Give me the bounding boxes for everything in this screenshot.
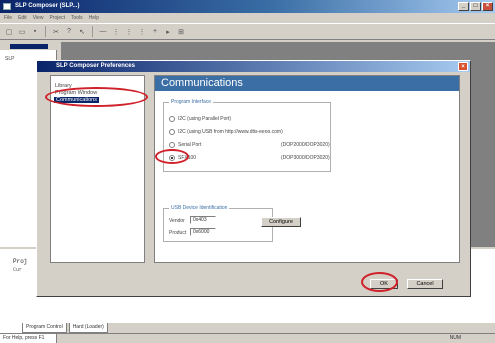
toolbar: ▢ ▭ ▪ ✂ ? ↖ — ⋮ ⋮ ⋮ + ▸ ⊞ bbox=[0, 23, 495, 40]
step-over-icon[interactable]: ⋮ bbox=[124, 27, 134, 37]
menu-project[interactable]: Project bbox=[49, 13, 65, 23]
maximize-button[interactable]: □ bbox=[470, 2, 481, 11]
step-icon[interactable]: ⋮ bbox=[111, 27, 121, 37]
group-legend: Program Interface bbox=[169, 99, 214, 105]
bottom-tabs: Program Control Hard (Loader) bbox=[0, 323, 495, 333]
menu-tools[interactable]: Tools bbox=[71, 13, 83, 23]
window-titlebar[interactable]: SLP Composer (SLP...) _ □ × bbox=[0, 0, 495, 13]
output-line: Proj bbox=[13, 258, 28, 265]
status-text: For Help, press F1 bbox=[3, 335, 45, 341]
option-serial-port[interactable]: Serial Port bbox=[169, 142, 201, 148]
product-field[interactable]: 0x6000 bbox=[190, 228, 216, 236]
usb-device-group: USB Device Identification Vendor 0x403 P… bbox=[163, 205, 273, 242]
menubar: File Edit View Project Tools Help bbox=[0, 13, 495, 23]
line-icon[interactable]: — bbox=[98, 27, 108, 37]
close-button[interactable]: × bbox=[482, 2, 493, 11]
highlight-callout bbox=[361, 272, 398, 292]
app-icon bbox=[3, 3, 11, 10]
radio-button[interactable] bbox=[169, 142, 175, 148]
option-label: I2C (using Parallel Port) bbox=[178, 116, 232, 122]
window-title: SLP Composer (SLP...) bbox=[15, 3, 80, 9]
option-label: I2C (using USB from http://www.dtis-eeoo… bbox=[178, 129, 283, 135]
highlight-callout bbox=[45, 87, 148, 107]
build-icon[interactable]: ⊞ bbox=[176, 27, 186, 37]
open-folder-icon[interactable]: ▭ bbox=[17, 27, 27, 37]
new-file-icon[interactable]: ▢ bbox=[4, 27, 14, 37]
section-header: Communications bbox=[155, 76, 459, 91]
step-out-icon[interactable]: ⋮ bbox=[137, 27, 147, 37]
vendor-field[interactable]: 0x403 bbox=[190, 216, 216, 224]
cancel-button[interactable]: Cancel bbox=[407, 279, 443, 289]
dialog-title: SLP Composer Preferences bbox=[56, 63, 135, 69]
option-model: (DOP3000/DOP3020) bbox=[281, 155, 330, 161]
menu-edit[interactable]: Edit bbox=[18, 13, 27, 23]
preferences-content: Communications Program Interface I2C (us… bbox=[154, 75, 460, 263]
add-icon[interactable]: + bbox=[150, 27, 160, 37]
option-model: (DOP2000/DOP3020) bbox=[281, 142, 330, 148]
highlight-callout bbox=[155, 149, 189, 164]
radio-button[interactable] bbox=[169, 129, 175, 135]
option-i2c-usb[interactable]: I2C (using USB from http://www.dtis-eeoo… bbox=[169, 129, 283, 135]
context-help-icon[interactable]: ↖ bbox=[77, 27, 87, 37]
cut-icon[interactable]: ✂ bbox=[51, 27, 61, 37]
project-tab[interactable] bbox=[10, 44, 48, 49]
tab-hard-loader[interactable]: Hard (Loader) bbox=[68, 323, 108, 333]
tab-program-control[interactable]: Program Control bbox=[22, 323, 67, 333]
dialog-titlebar[interactable]: SLP Composer Preferences × bbox=[37, 61, 470, 72]
toolbar-separator bbox=[92, 26, 93, 37]
toolbar-separator bbox=[45, 26, 46, 37]
minimize-button[interactable]: _ bbox=[458, 2, 469, 11]
save-icon[interactable]: ▪ bbox=[30, 27, 40, 37]
configure-button[interactable]: Configure bbox=[261, 217, 301, 227]
status-bar: For Help, press F1 NUM bbox=[0, 333, 495, 343]
radio-button[interactable] bbox=[169, 116, 175, 122]
product-label: Product bbox=[169, 230, 187, 236]
menu-view[interactable]: View bbox=[33, 13, 44, 23]
help-icon[interactable]: ? bbox=[64, 27, 74, 37]
menu-help[interactable]: Help bbox=[89, 13, 99, 23]
project-tree-root[interactable]: SLP bbox=[5, 56, 14, 62]
status-num: NUM bbox=[449, 335, 461, 341]
menu-file[interactable]: File bbox=[4, 13, 12, 23]
group-legend: USB Device Identification bbox=[169, 205, 230, 211]
vendor-label: Vendor bbox=[169, 218, 185, 224]
dialog-close-button[interactable]: × bbox=[458, 62, 468, 71]
option-i2c-parallel[interactable]: I2C (using Parallel Port) bbox=[169, 116, 231, 122]
option-label: Serial Port bbox=[178, 142, 202, 148]
run-icon[interactable]: ▸ bbox=[163, 27, 173, 37]
program-interface-group: Program Interface I2C (using Parallel Po… bbox=[163, 99, 331, 172]
output-line: Cur bbox=[13, 267, 23, 273]
